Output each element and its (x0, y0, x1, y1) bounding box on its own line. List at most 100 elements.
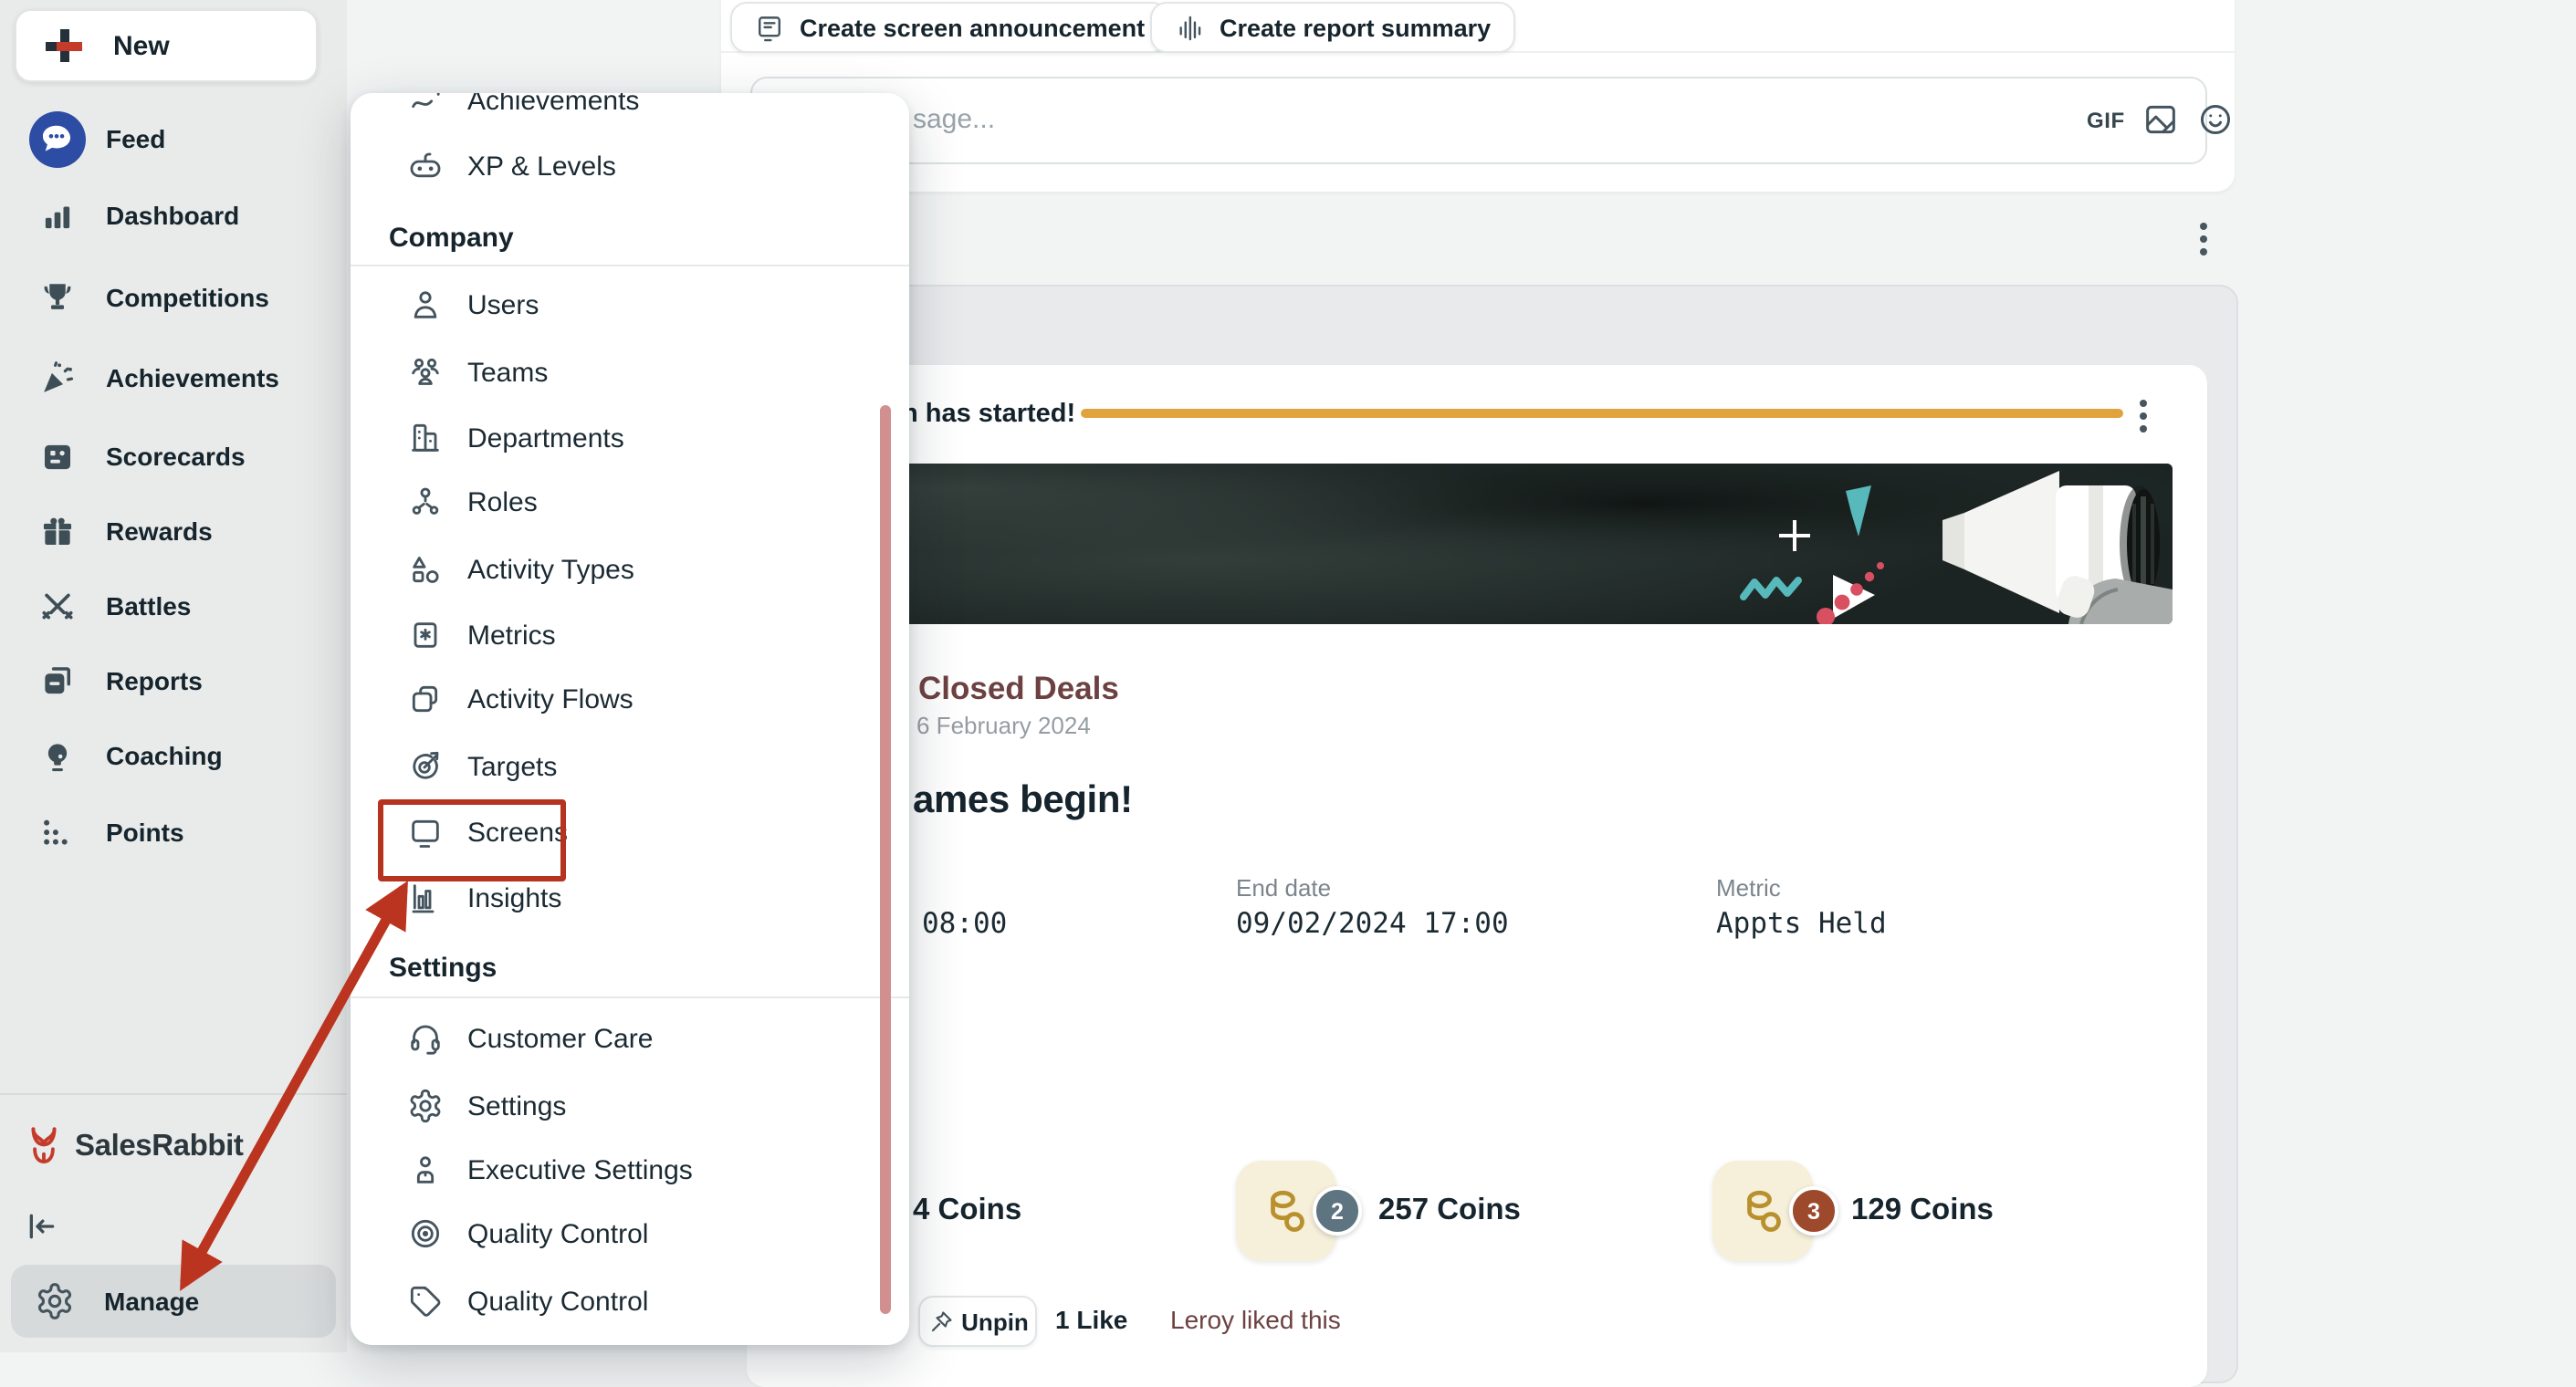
dots-grid-icon (27, 803, 86, 861)
liked-by-text[interactable]: Leroy liked this (1170, 1305, 1341, 1334)
bar-chart-icon (407, 880, 444, 916)
building-icon (407, 420, 444, 456)
post-menu-icon[interactable] (2140, 400, 2148, 433)
collapse-sidebar-icon[interactable] (24, 1208, 60, 1245)
post-date: 6 February 2024 (916, 712, 1091, 739)
menu-item-targets[interactable]: Targets (351, 734, 909, 799)
pin-divider-bar (1081, 409, 2123, 418)
feed-section-menu-icon[interactable] (2200, 223, 2208, 256)
gift-icon (27, 502, 86, 560)
tag-icon (407, 1283, 444, 1319)
sidebar-item-label: Scorecards (106, 442, 246, 471)
menu-item-label: XP & Levels (467, 151, 616, 182)
plus-icon (46, 27, 82, 64)
menu-item-insights[interactable]: Insights (351, 865, 909, 931)
end-date-label: End date (1236, 874, 1332, 902)
menu-item-label: Targets (467, 751, 558, 782)
menu-item-executive-settings[interactable]: Executive Settings (351, 1137, 909, 1203)
menu-scrollbar[interactable] (880, 405, 891, 1314)
menu-item-quality-control[interactable]: Quality Control (351, 1201, 909, 1267)
emoji-icon[interactable] (2196, 100, 2235, 139)
sidebar-divider (0, 1093, 347, 1095)
feed-icon (28, 110, 85, 167)
swords-icon (27, 577, 86, 635)
trophy-icon (27, 268, 86, 327)
gif-button[interactable]: GIF (2087, 107, 2125, 132)
composer-actions: GIF (2087, 100, 2235, 139)
menu-item-metrics[interactable]: Metrics (351, 602, 909, 668)
menu-item-label: Screens (467, 817, 569, 848)
sidebar-item-feed[interactable]: Feed (15, 102, 336, 175)
post-title: Closed Deals (918, 670, 1119, 706)
rabbit-icon (24, 1126, 64, 1166)
menu-item-roles[interactable]: Roles (351, 469, 909, 535)
sidebar-item-manage[interactable]: Manage (11, 1265, 336, 1338)
lightbulb-icon (27, 726, 86, 785)
menu-item-settings[interactable]: Settings (351, 1073, 909, 1139)
menu-item-screens[interactable]: Screens (351, 799, 909, 865)
brand-name: SalesRabbit (75, 1129, 244, 1162)
menu-item-label: Metrics (467, 620, 556, 651)
image-icon[interactable] (2141, 100, 2180, 139)
new-button[interactable]: New (15, 9, 318, 82)
menu-item-users[interactable]: Users (351, 272, 909, 338)
create-screen-announcement-button[interactable]: Create screen announcement (730, 2, 1169, 53)
monitor-icon (407, 814, 444, 850)
menu-item-label: Roles (467, 486, 538, 517)
sidebar-item-points[interactable]: Points (15, 796, 336, 869)
sidebar-item-label: Achievements (106, 363, 279, 392)
metric-value: Appts Held (1716, 907, 1887, 940)
sidebar-item-battles[interactable]: Battles (15, 569, 336, 642)
sidebar-item-rewards[interactable]: Rewards (15, 495, 336, 568)
shapes-icon (407, 551, 444, 588)
sidebar-item-dashboard[interactable]: Dashboard (15, 179, 336, 252)
manage-label: Manage (104, 1287, 200, 1316)
sidebar-item-coaching[interactable]: Coaching (15, 719, 336, 792)
metric-label: Metric (1716, 874, 1781, 902)
menu-section-company: Company (389, 223, 514, 254)
menu-item-quality-control-2[interactable]: Quality Control (351, 1268, 909, 1334)
start-date-value: 08:00 (922, 907, 1008, 940)
menu-item-achievements-partial[interactable]: Achievements (351, 93, 909, 133)
report-summary-icon (1174, 12, 1205, 43)
menu-section-settings: Settings (389, 953, 497, 984)
menu-item-label: Teams (467, 357, 549, 388)
sidebar-item-reports[interactable]: Reports (15, 644, 336, 717)
menu-item-activity-flows[interactable]: Activity Flows (351, 666, 909, 732)
sidebar-item-label: Battles (106, 591, 192, 620)
sidebar-item-competitions[interactable]: Competitions (15, 261, 336, 334)
create-report-summary-button[interactable]: Create report summary (1150, 2, 1515, 53)
menu-item-activity-types[interactable]: Activity Types (351, 537, 909, 602)
sidebar: New Feed Dashboard Competitions Achievem… (0, 0, 347, 1352)
gear-icon (27, 1274, 82, 1329)
brand-logo: SalesRabbit (24, 1126, 244, 1166)
sidebar-item-achievements[interactable]: Achievements (15, 341, 336, 414)
end-date-value: 09/02/2024 17:00 (1236, 907, 1509, 940)
pin-icon (927, 1308, 954, 1335)
manage-flyout-menu: Achievements XP & Levels Company Users T… (351, 93, 909, 1345)
menu-item-customer-care[interactable]: Customer Care (351, 1006, 909, 1071)
menu-item-departments[interactable]: Departments (351, 405, 909, 471)
new-button-label: New (113, 30, 170, 61)
menu-item-teams[interactable]: Teams (351, 339, 909, 405)
coin-entry-1-text: 4 Coins (913, 1194, 1022, 1226)
menu-item-label: Customer Care (467, 1023, 654, 1054)
sidebar-item-label: Coaching (106, 741, 223, 770)
menu-item-xp-levels[interactable]: XP & Levels (351, 133, 909, 199)
headset-icon (407, 1020, 444, 1057)
unpin-button[interactable]: Unpin (918, 1296, 1037, 1347)
sidebar-item-label: Feed (106, 124, 166, 153)
achievements-icon (407, 93, 444, 119)
menu-item-label: Settings (467, 1090, 567, 1121)
sidebar-item-scorecards[interactable]: Scorecards (15, 420, 336, 493)
menu-item-label: Achievements (467, 93, 640, 116)
hierarchy-icon (407, 484, 444, 520)
sidebar-item-label: Points (106, 818, 184, 847)
reports-icon (27, 652, 86, 710)
announcement-banner-image (781, 464, 2173, 624)
menu-item-label: Activity Types (467, 554, 634, 585)
menu-item-label: Departments (467, 422, 624, 454)
create-screen-announcement-label: Create screen announcement (800, 14, 1146, 41)
like-count[interactable]: 1 Like (1055, 1305, 1127, 1334)
menu-item-label: Executive Settings (467, 1154, 693, 1185)
